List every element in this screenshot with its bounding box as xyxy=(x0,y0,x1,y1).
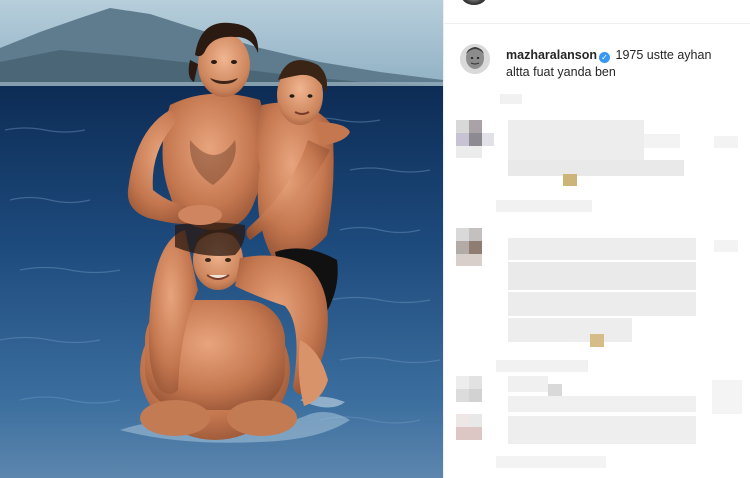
caption-text: mazharalanson ✓ 1975 ustte ayhan altta fu… xyxy=(506,47,746,81)
blurred-like-icon[interactable] xyxy=(712,380,742,414)
blurred-comment-meta xyxy=(496,200,592,212)
blurred-emoji xyxy=(590,334,604,347)
blurred-comment-text xyxy=(508,292,696,316)
blurred-comment-text xyxy=(508,376,548,392)
caption-line-1: 1975 ustte ayhan xyxy=(615,48,712,62)
username-link[interactable]: mazharalanson xyxy=(506,48,597,62)
avatar[interactable] xyxy=(460,44,490,74)
blurred-comment-meta xyxy=(496,360,588,372)
blurred-emoji xyxy=(563,174,577,186)
caption-line-2: altta fuat yanda ben xyxy=(506,65,616,79)
post-side-panel: mazharalanson ✓ 1975 ustte ayhan altta fu… xyxy=(443,0,750,478)
profile-photo-icon xyxy=(460,44,490,74)
blurred-comment-text xyxy=(644,134,680,148)
blurred-comment-avatar xyxy=(456,228,494,266)
post-photo[interactable] xyxy=(0,0,443,478)
beach-photo-image xyxy=(0,0,443,478)
header-divider xyxy=(444,23,750,24)
blurred-text xyxy=(500,94,522,104)
blurred-comment-text xyxy=(508,238,696,260)
blurred-like-icon[interactable] xyxy=(714,136,738,148)
verified-badge-icon: ✓ xyxy=(599,52,611,63)
blurred-comment-text xyxy=(508,160,684,176)
blurred-comment-text xyxy=(508,262,696,290)
blurred-comment-text xyxy=(508,120,644,160)
header-avatar[interactable] xyxy=(461,0,487,5)
blurred-comment-avatar xyxy=(456,376,494,414)
blurred-like-icon[interactable] xyxy=(714,240,738,252)
blurred-comment-text xyxy=(508,318,632,342)
blurred-comment-text xyxy=(508,396,696,412)
blurred-comment-text xyxy=(508,416,696,444)
blurred-comment-meta xyxy=(496,456,606,468)
blurred-comment-avatar xyxy=(456,414,494,452)
blurred-comment-avatar xyxy=(456,120,494,158)
